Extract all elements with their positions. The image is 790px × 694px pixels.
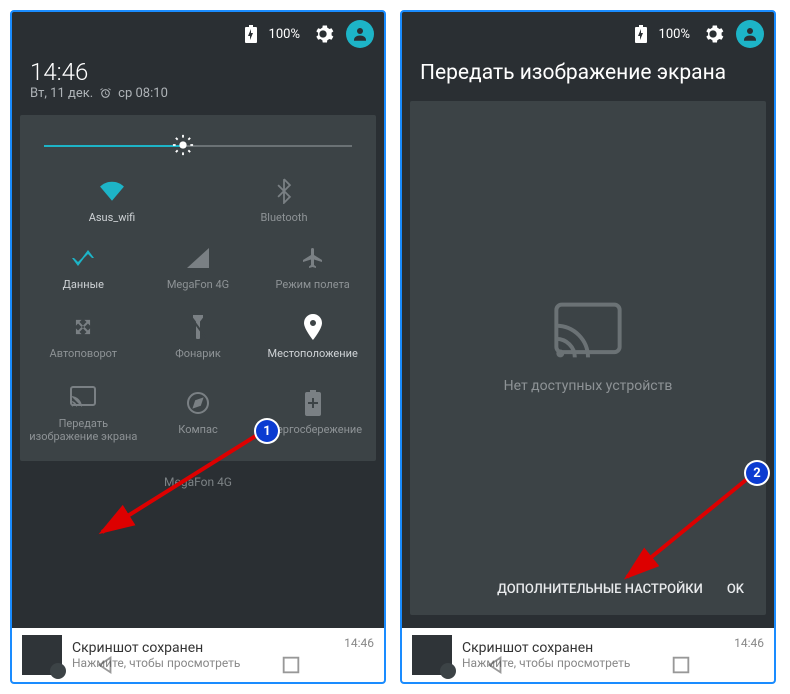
status-bar: 100% (12, 12, 384, 50)
tile-autorotate[interactable]: Автоповорот (26, 305, 141, 368)
cast-empty-message: Нет доступных устройств (504, 378, 673, 394)
notification-time: 14:46 (734, 636, 764, 650)
notification-subtitle: Нажмите, чтобы просмотреть (462, 656, 724, 670)
time-display: 14:46 (30, 58, 366, 86)
cast-screen-title: Передать изображение экрана (402, 50, 774, 101)
notification-thumbnail (22, 635, 62, 675)
tile-flashlight[interactable]: Фонарик (141, 305, 256, 368)
notification-time: 14:46 (344, 636, 374, 650)
airplane-icon (301, 246, 325, 270)
alarm-time: ср 08:10 (118, 86, 168, 101)
clock-block: 14:46 Вт, 11 дек. ср 08:10 (12, 50, 384, 115)
battery-percentage: 100% (269, 27, 300, 42)
brightness-icon (172, 134, 194, 156)
tile-signal[interactable]: MegaFon 4G (141, 236, 256, 299)
ok-button[interactable]: OK (727, 582, 744, 597)
user-avatar[interactable] (346, 20, 374, 48)
cast-panel: Нет доступных устройств ДОПОЛНИТЕЛЬНЫЕ Н… (410, 101, 766, 615)
tile-compass[interactable]: Компас (141, 375, 256, 451)
location-icon (304, 314, 322, 340)
alarm-icon (99, 87, 112, 100)
data-arrows-icon (72, 246, 94, 270)
notification-title: Скриншот сохранен (72, 640, 334, 656)
settings-gear-icon[interactable] (702, 23, 724, 45)
tile-bluetooth[interactable]: Bluetooth (198, 169, 370, 232)
tile-mobile-data[interactable]: Данные (26, 236, 141, 299)
battery-percentage: 100% (659, 27, 690, 42)
status-bar: 100% (402, 12, 774, 50)
compass-icon (186, 391, 210, 415)
wifi-icon (99, 181, 125, 201)
signal-icon (187, 248, 209, 268)
notification-card[interactable]: Скриншот сохранен Нажмите, чтобы просмот… (12, 628, 384, 682)
cast-icon (70, 386, 96, 408)
bluetooth-icon (276, 178, 292, 204)
notification-title: Скриншот сохранен (462, 640, 724, 656)
tile-airplane[interactable]: Режим полета (255, 236, 370, 299)
phone-screenshot-left: 100% 14:46 Вт, 11 дек. ср 08:10 Asus_wif… (10, 10, 386, 684)
battery-saver-icon (305, 390, 321, 416)
carrier-label: MegaFon 4G (12, 469, 384, 491)
tile-wifi[interactable]: Asus_wifi (26, 169, 198, 232)
date-display: Вт, 11 дек. (30, 86, 93, 101)
notification-subtitle: Нажмите, чтобы просмотреть (72, 656, 334, 670)
brightness-slider[interactable] (44, 129, 352, 163)
flashlight-icon (190, 314, 206, 340)
cast-large-icon (553, 302, 623, 360)
notification-thumbnail (412, 635, 452, 675)
more-settings-button[interactable]: ДОПОЛНИТЕЛЬНЫЕ НАСТРОЙКИ (497, 582, 703, 597)
user-avatar[interactable] (736, 20, 764, 48)
quick-settings-panel: Asus_wifi Bluetooth Данные MegaFon 4G Ре… (20, 115, 376, 461)
tile-location[interactable]: Местоположение (255, 305, 370, 368)
tile-cast[interactable]: Передать изображение экрана (26, 375, 141, 451)
battery-charging-icon (635, 25, 647, 43)
annotation-badge-1: 1 (256, 420, 278, 442)
phone-screenshot-right: 100% Передать изображение экрана Нет дос… (400, 10, 776, 684)
annotation-badge-2: 2 (746, 462, 768, 484)
autorotate-icon (71, 315, 95, 339)
notification-card[interactable]: Скриншот сохранен Нажмите, чтобы просмот… (402, 628, 774, 682)
battery-charging-icon (245, 25, 257, 43)
settings-gear-icon[interactable] (312, 23, 334, 45)
